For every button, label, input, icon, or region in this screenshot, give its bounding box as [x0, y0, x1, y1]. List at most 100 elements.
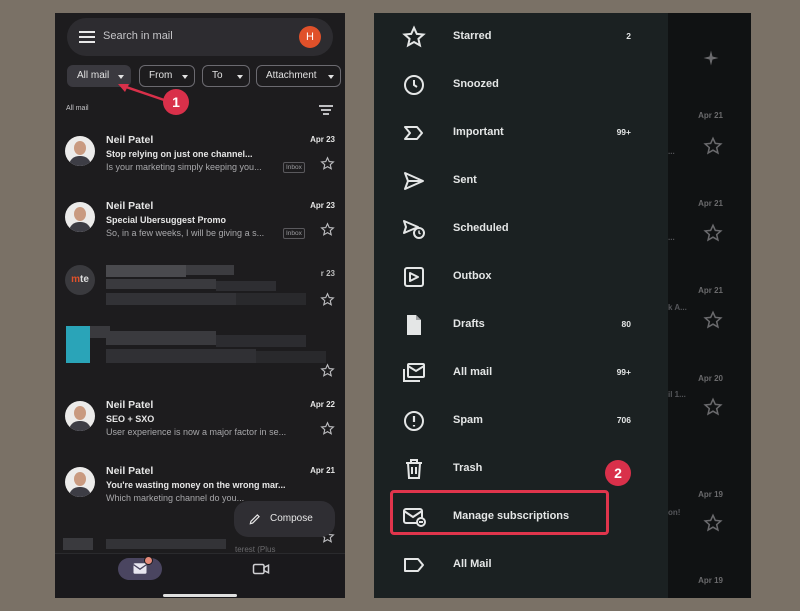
- star-icon[interactable]: [320, 156, 335, 171]
- email-subject: Special Ubersuggest Promo: [106, 215, 227, 225]
- drawer-item-all-mail[interactable]: All mail 99+: [374, 349, 668, 397]
- email-sender: Neil Patel: [106, 134, 154, 146]
- account-avatar[interactable]: H: [299, 26, 321, 48]
- notification-dot: [144, 556, 153, 565]
- drawer-item-all-mail-label[interactable]: All Mail: [374, 541, 668, 589]
- star-icon[interactable]: [320, 222, 335, 237]
- email-date: Apr 19: [698, 576, 723, 585]
- folder-label: All mail: [66, 105, 89, 112]
- scheduled-send-icon: [403, 220, 425, 239]
- drawer-item-label: Drafts: [453, 318, 485, 330]
- draft-icon: [407, 315, 421, 335]
- sparkle-icon: [703, 50, 719, 66]
- star-icon[interactable]: [320, 363, 335, 378]
- pixelated-block: [256, 351, 326, 363]
- email-sender: Neil Patel: [106, 200, 154, 212]
- email-row[interactable]: Neil Patel Apr 23 Special Ubersuggest Pr…: [55, 197, 345, 257]
- drawer-item-count: 706: [616, 415, 631, 425]
- email-subject: SEO + SXO: [106, 414, 155, 424]
- clock-icon: [404, 75, 424, 95]
- drawer-item-important[interactable]: Important 99+: [374, 109, 668, 157]
- pixelated-block: [216, 335, 306, 347]
- pixelated-block: [106, 539, 226, 549]
- pixelated-avatar: [66, 326, 90, 363]
- drawer-item-sent[interactable]: Sent: [374, 157, 668, 205]
- drawer-item-spam[interactable]: Spam 706: [374, 397, 668, 445]
- star-icon[interactable]: [320, 421, 335, 436]
- email-snippet: il 1...: [668, 390, 686, 399]
- annotation-highlight-box: [390, 490, 609, 535]
- all-mail-icon: [403, 363, 425, 382]
- sender-avatar: [65, 202, 95, 232]
- chip-label: All mail: [77, 70, 110, 81]
- sender-avatar: [65, 136, 95, 166]
- star-icon[interactable]: [703, 513, 723, 533]
- drawer-item-label: Important: [453, 126, 504, 138]
- gmail-drawer-screen: Apr 21 ... Apr 21 ... Apr 21 k A... Apr …: [374, 13, 751, 598]
- chevron-down-icon: [118, 75, 124, 79]
- star-icon[interactable]: [703, 397, 723, 417]
- drawer-item-label: Snoozed: [453, 78, 499, 90]
- email-subject: You're wasting money on the wrong mar...: [106, 480, 286, 490]
- step-2-badge: 2: [605, 460, 631, 486]
- pixelated-block: [236, 293, 306, 305]
- step-1-badge: 1: [163, 89, 189, 115]
- email-subject: Stop relying on just one channel...: [106, 149, 253, 159]
- chevron-down-icon: [182, 75, 188, 79]
- navigation-drawer: Starred 2 Snoozed Important 99+ Sent Sch…: [374, 13, 668, 598]
- filter-icon[interactable]: [319, 105, 333, 117]
- chip-label: To: [212, 70, 223, 81]
- drawer-item-label: Spam: [453, 414, 483, 426]
- email-date: Apr 19: [698, 490, 723, 499]
- inbox-badge: Inbox: [283, 162, 305, 173]
- drawer-item-label: Scheduled: [453, 222, 509, 234]
- drawer-item-snoozed[interactable]: Snoozed: [374, 61, 668, 109]
- outbox-icon: [404, 267, 424, 287]
- drawer-item-label: All mail: [453, 366, 493, 378]
- drawer-item-outbox[interactable]: Outbox: [374, 253, 668, 301]
- search-input[interactable]: Search in mail: [103, 30, 173, 42]
- email-snippet: on!: [668, 508, 681, 517]
- mail-tab[interactable]: [118, 556, 162, 580]
- star-icon[interactable]: [703, 223, 723, 243]
- drawer-item-starred[interactable]: Starred 2: [374, 13, 668, 61]
- email-snippet: ...: [668, 147, 675, 156]
- menu-icon[interactable]: [79, 31, 95, 43]
- email-date: Apr 23: [310, 201, 335, 210]
- pixelated-block: [63, 538, 93, 550]
- chip-to[interactable]: To: [202, 65, 250, 87]
- pixelated-block: [106, 279, 216, 289]
- send-icon: [404, 172, 424, 190]
- drawer-item-drafts[interactable]: Drafts 80: [374, 301, 668, 349]
- email-date: Apr 21: [698, 111, 723, 120]
- important-label-icon: [404, 126, 423, 140]
- blurred-avatar-text: te: [80, 274, 89, 285]
- drawer-item-scheduled[interactable]: Scheduled: [374, 205, 668, 253]
- home-indicator: [163, 594, 237, 597]
- video-camera-icon[interactable]: [252, 562, 270, 576]
- chip-attachment[interactable]: Attachment: [256, 65, 341, 87]
- star-icon[interactable]: [703, 136, 723, 156]
- star-icon[interactable]: [320, 292, 335, 307]
- bottom-navigation: [55, 553, 345, 598]
- drawer-item-count: 80: [621, 319, 631, 329]
- drawer-item-label: Starred: [453, 30, 492, 42]
- email-date: Apr 23: [310, 135, 335, 144]
- compose-button[interactable]: Compose: [234, 501, 335, 537]
- pixelated-block: [186, 265, 234, 275]
- background-email-list: Apr 21 ... Apr 21 ... Apr 21 k A... Apr …: [668, 13, 751, 598]
- email-sender: Neil Patel: [106, 465, 154, 477]
- email-snippet: So, in a few weeks, I will be giving a s…: [106, 228, 265, 238]
- drawer-item-count: 99+: [616, 367, 631, 377]
- drawer-item-label: Sent: [453, 174, 477, 186]
- star-icon[interactable]: [703, 310, 723, 330]
- email-row[interactable]: Neil Patel Apr 23 Stop relying on just o…: [55, 131, 345, 191]
- email-row[interactable]: Neil Patel Apr 22 SEO + SXO User experie…: [55, 396, 345, 456]
- email-snippet: ...: [668, 233, 675, 242]
- search-bar[interactable]: Search in mail H: [67, 18, 333, 56]
- email-date: Apr 21: [698, 199, 723, 208]
- email-date: Apr 21: [310, 466, 335, 475]
- drawer-item-label: Trash: [453, 462, 483, 474]
- chevron-down-icon: [328, 75, 334, 79]
- compose-label: Compose: [270, 513, 313, 524]
